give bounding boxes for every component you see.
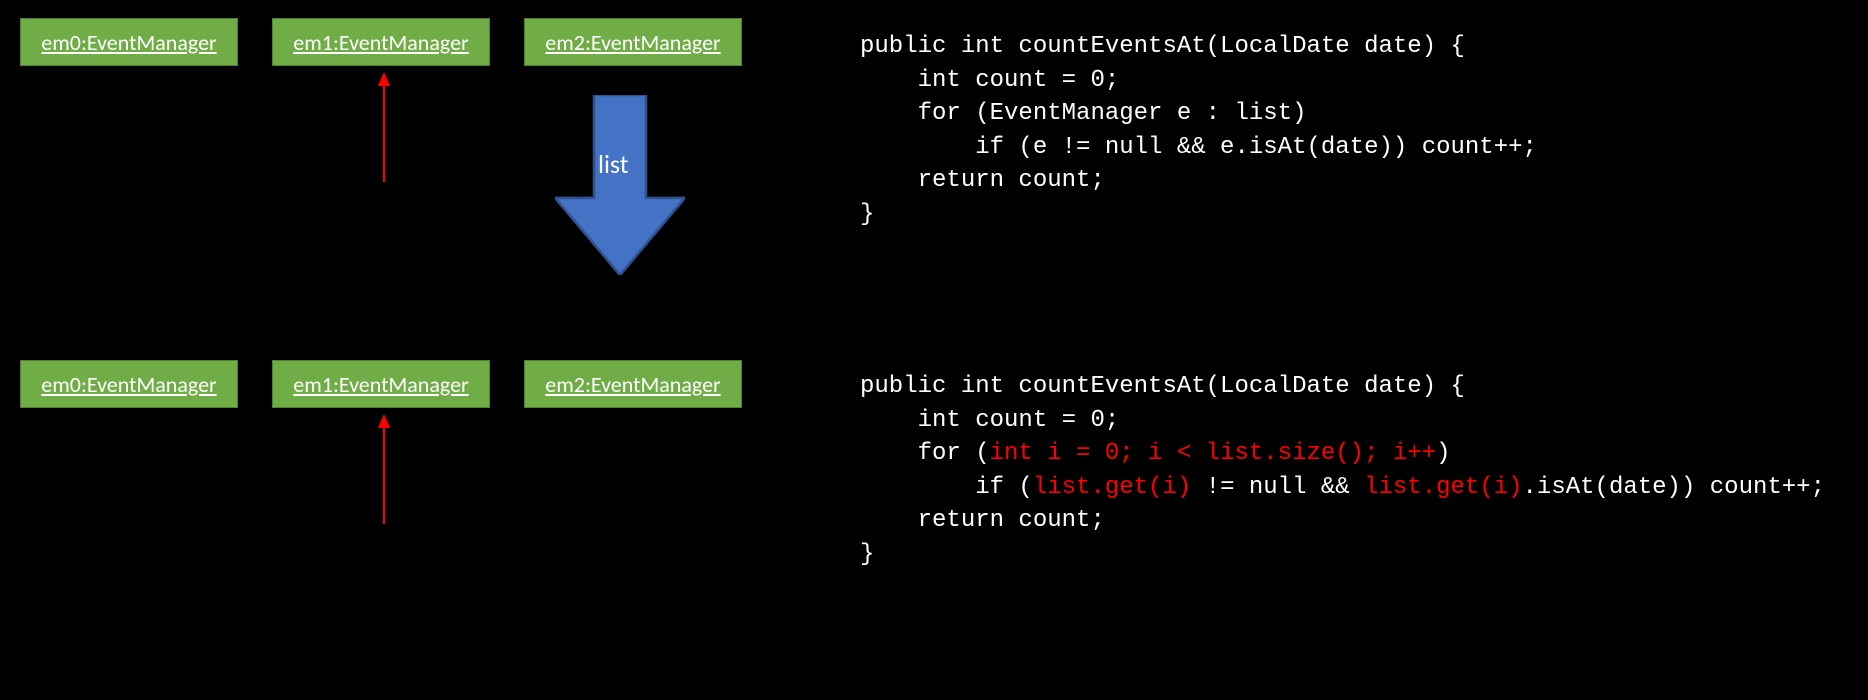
red-arrow-bottom	[374, 414, 394, 524]
object-box-em2-top: em2:EventManager	[524, 18, 742, 66]
code-block-before: public int countEventsAt(LocalDate date)…	[860, 30, 1537, 232]
object-box-em0-bottom: em0:EventManager	[20, 360, 238, 408]
code-block-after: public int countEventsAt(LocalDate date)…	[860, 370, 1825, 572]
object-box-em1-top: em1:EventManager	[272, 18, 490, 66]
object-box-em2-bottom: em2:EventManager	[524, 360, 742, 408]
object-box-em1-bottom: em1:EventManager	[272, 360, 490, 408]
red-arrow-top	[374, 72, 394, 182]
list-arrow-icon	[555, 95, 685, 275]
object-box-em0-top: em0:EventManager	[20, 18, 238, 66]
list-arrow-label: list	[598, 148, 629, 180]
